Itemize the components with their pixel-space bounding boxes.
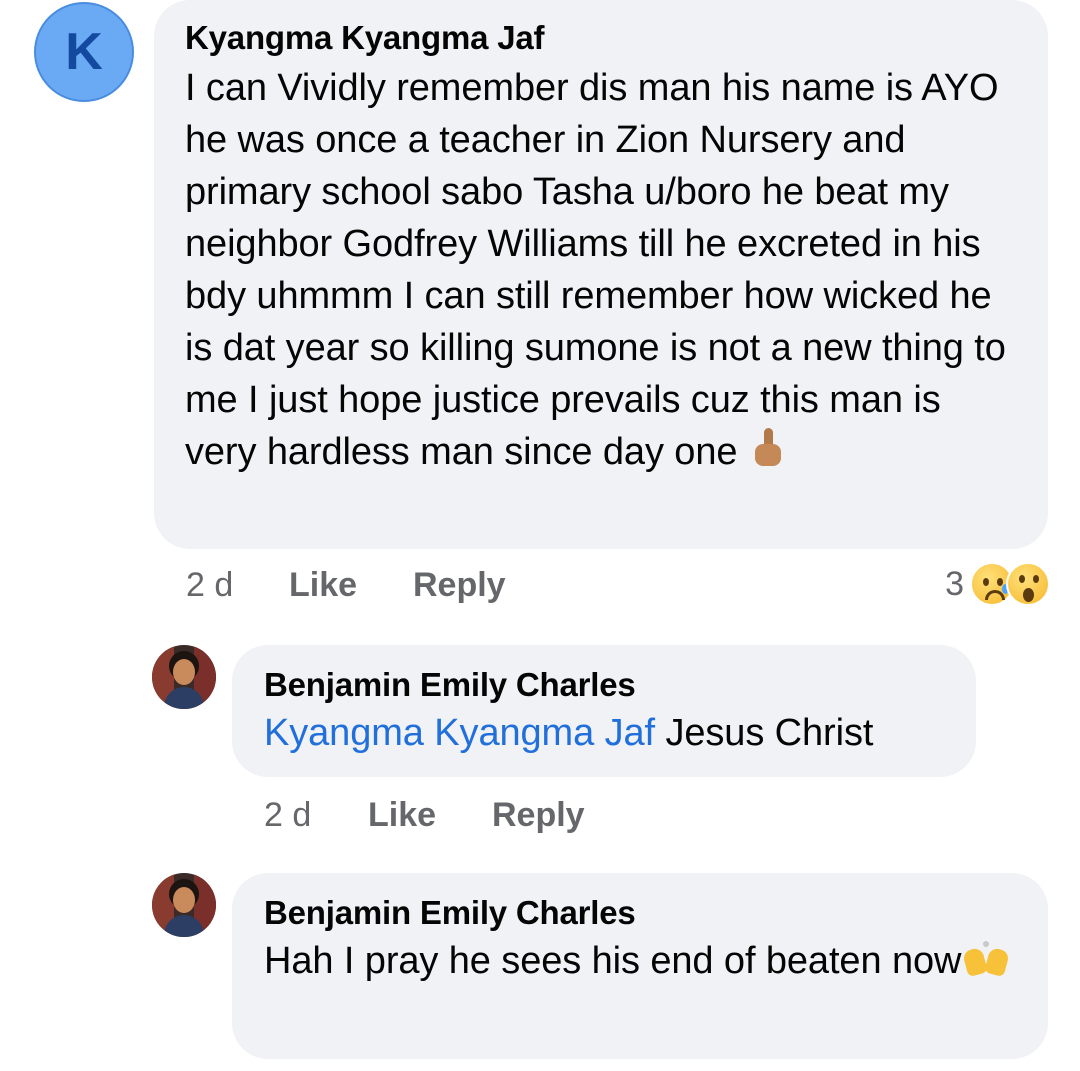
comment-time[interactable]: 2 d (186, 566, 289, 605)
comment-text: I can Vividly remember dis man his name … (185, 67, 1006, 473)
reply-button[interactable]: Reply (413, 566, 506, 605)
comments-thread: K Kyangma Kyangma Jaf I can Vividly reme… (0, 0, 1080, 1071)
reply-author[interactable]: Benjamin Emily Charles (264, 893, 1018, 933)
reply-text-block: Hah I pray he sees his end of beaten now (264, 935, 1018, 987)
avatar[interactable] (152, 873, 216, 937)
reaction-count: 3 (945, 564, 964, 603)
reply-text-block: Kyangma Kyangma Jaf Jesus Christ (264, 707, 946, 759)
reply-bubble: Benjamin Emily Charles Kyangma Kyangma J… (232, 645, 976, 777)
comment-bubble: Kyangma Kyangma Jaf I can Vividly rememb… (154, 0, 1048, 549)
comment-actions: 2 d Like Reply (186, 566, 506, 605)
like-button[interactable]: Like (368, 796, 492, 835)
like-button[interactable]: Like (289, 566, 413, 605)
avatar[interactable]: K (34, 2, 134, 102)
reply-button[interactable]: Reply (492, 796, 585, 835)
reply-bubble: Benjamin Emily Charles Hah I pray he see… (232, 873, 1048, 1059)
comment-text-block: I can Vividly remember dis man his name … (185, 62, 1018, 478)
reactions-summary[interactable]: 3 (945, 562, 1050, 606)
reply-time[interactable]: 2 d (264, 796, 368, 835)
reply-actions: 2 d Like Reply (264, 796, 585, 835)
wow-face-icon (1006, 562, 1050, 606)
raising-hands-icon (961, 941, 1011, 978)
mention-link[interactable]: Kyangma Kyangma Jaf (264, 712, 655, 754)
reply-author[interactable]: Benjamin Emily Charles (264, 665, 946, 705)
comment-author[interactable]: Kyangma Kyangma Jaf (185, 18, 1018, 58)
avatar-letter: K (65, 23, 103, 81)
reply-text: Hah I pray he sees his end of beaten now (264, 940, 962, 982)
pointing-up-icon (753, 428, 783, 468)
reply-text: Jesus Christ (665, 712, 874, 754)
avatar[interactable] (152, 645, 216, 709)
